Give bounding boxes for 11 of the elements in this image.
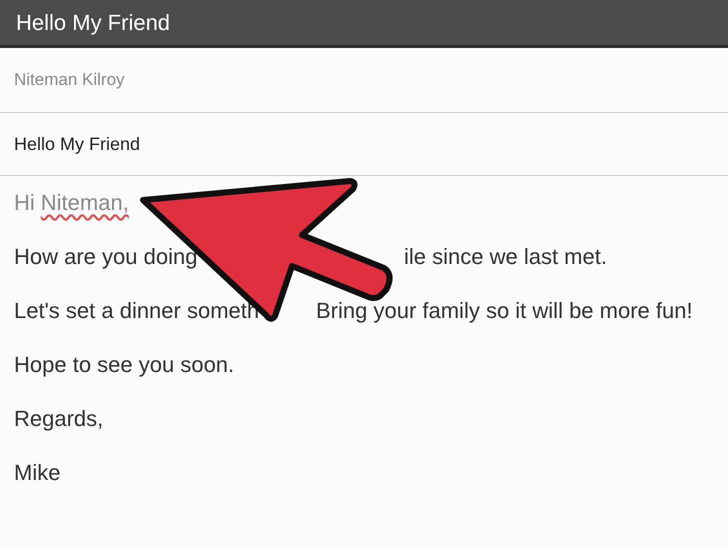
body-text: Mike <box>14 460 60 486</box>
body-text: ile since we last met. <box>404 244 607 270</box>
greeting-word: Hi <box>14 190 35 216</box>
body-text: Bring your family so it will be more fun! <box>316 298 693 324</box>
misspelled-word: Niteman, <box>40 190 129 216</box>
body-text: Let's set a dinner someth <box>14 298 260 324</box>
body-text: Hope to see you soon. <box>14 352 234 378</box>
body-text: How are you doing <box>14 244 198 270</box>
subject-field[interactable]: Hello My Friend <box>0 113 728 176</box>
body-text: Regards, <box>14 406 104 432</box>
window-title: Hello My Friend <box>16 10 170 36</box>
